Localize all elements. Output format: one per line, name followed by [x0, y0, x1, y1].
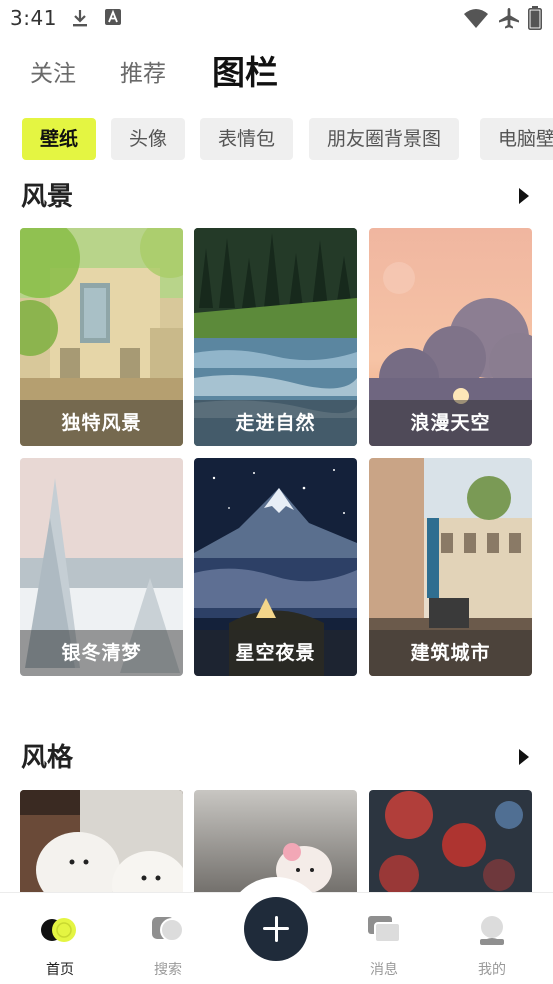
card-silver-winter[interactable]: 银冬清梦 — [20, 458, 183, 676]
nav-profile-label: 我的 — [478, 962, 506, 978]
airplane-icon — [499, 8, 519, 29]
profile-icon — [480, 916, 504, 945]
card-unique-scenery[interactable]: 独特风景 — [20, 228, 183, 446]
nav-home[interactable]: 首页 — [5, 893, 115, 984]
chip-stickers[interactable]: 表情包 — [200, 118, 294, 160]
nav-home-label: 首页 — [46, 962, 74, 978]
card-caption: 走进自然 — [194, 400, 357, 446]
plus-icon-stroke — [274, 916, 278, 942]
card-into-nature[interactable]: 走进自然 — [194, 228, 357, 446]
card-caption: 独特风景 — [20, 400, 183, 446]
wifi-icon — [464, 9, 488, 28]
card-caption: 建筑城市 — [369, 630, 532, 676]
search-icon — [152, 917, 184, 942]
nav-messages[interactable]: 消息 — [329, 893, 439, 984]
chip-moments-background[interactable]: 朋友圈背景图 — [309, 118, 460, 160]
card-image — [20, 790, 183, 900]
chip-pc-wallpaper[interactable]: 电脑壁 — [480, 118, 553, 160]
card-starry-night[interactable]: 星空夜景 — [194, 458, 357, 676]
create-button[interactable] — [244, 897, 308, 961]
status-time: 3:41 — [10, 6, 57, 30]
nav-profile[interactable]: 我的 — [437, 893, 547, 984]
bottom-nav: 首页 搜索 消息 我的 — [0, 877, 553, 984]
tab-recommend[interactable]: 推荐 — [120, 54, 166, 88]
section-title-scenery: 风景 — [21, 182, 74, 212]
card-romantic-sky[interactable]: 浪漫天空 — [369, 228, 532, 446]
card-style-1[interactable] — [20, 790, 183, 900]
home-icon — [41, 918, 76, 942]
battery-icon — [528, 6, 542, 30]
tab-recommend-label: 推荐 — [120, 61, 166, 87]
top-tabs: 关注 推荐 图栏 — [0, 44, 553, 96]
section-more-arrow-icon[interactable] — [519, 188, 529, 204]
section-more-arrow-icon[interactable] — [519, 749, 529, 765]
nav-messages-label: 消息 — [370, 962, 398, 978]
card-style-3[interactable] — [369, 790, 532, 900]
category-chips: 壁纸 头像 表情包 朋友圈背景图 电脑壁 — [0, 118, 553, 162]
chip-wallpaper[interactable]: 壁纸 — [22, 118, 97, 160]
tab-gallery-label: 图栏 — [212, 53, 278, 92]
card-caption: 星空夜景 — [194, 630, 357, 676]
card-caption: 银冬清梦 — [20, 630, 183, 676]
text-a-icon — [105, 9, 121, 25]
tab-follow[interactable]: 关注 — [30, 54, 76, 88]
message-icon — [368, 916, 401, 943]
card-architecture-city[interactable]: 建筑城市 — [369, 458, 532, 676]
card-caption: 浪漫天空 — [369, 400, 532, 446]
status-bar: 3:41 — [0, 0, 553, 38]
nav-search-label: 搜索 — [154, 962, 182, 978]
tab-gallery[interactable]: 图栏 — [212, 46, 278, 94]
download-icon — [73, 10, 87, 27]
tab-follow-label: 关注 — [30, 61, 76, 87]
chip-avatar[interactable]: 头像 — [111, 118, 186, 160]
card-image — [369, 790, 532, 900]
nav-search[interactable]: 搜索 — [113, 893, 223, 984]
section-title-style: 风格 — [21, 743, 74, 773]
